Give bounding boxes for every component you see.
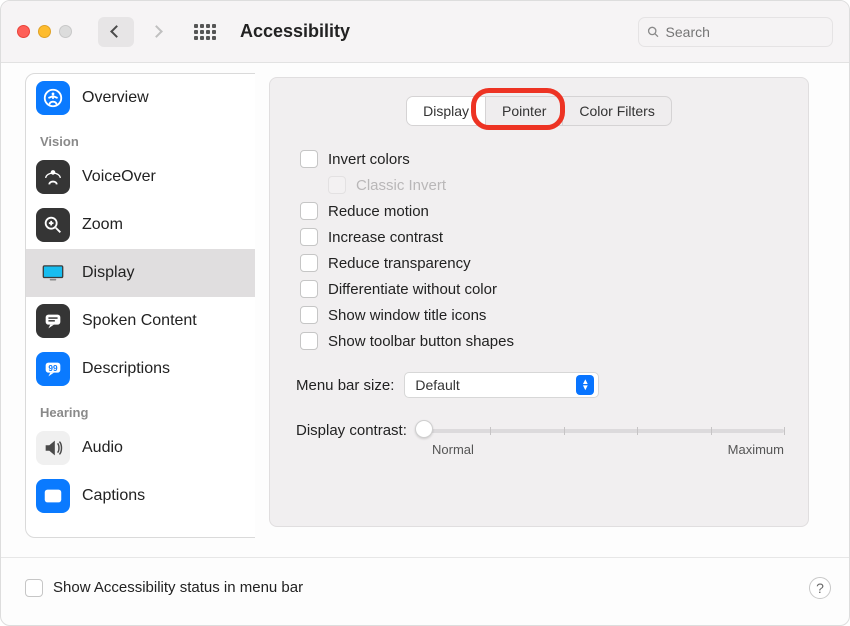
checkbox[interactable]	[25, 579, 43, 597]
search-field[interactable]	[638, 17, 833, 47]
sidebar-panel: Overview Vision VoiceOver Zoom	[25, 73, 255, 538]
option-label: Invert colors	[328, 151, 410, 168]
checkbox[interactable]	[300, 280, 318, 298]
chevron-right-icon	[150, 25, 163, 38]
slider-min-label: Normal	[432, 442, 474, 457]
sidebar-item-audio[interactable]: Audio	[26, 424, 255, 472]
main-content: Display Pointer Color Filters Invert col…	[255, 63, 849, 557]
footer: Show Accessibility status in menu bar ?	[1, 557, 849, 617]
sidebar-item-label: Display	[82, 264, 134, 282]
captions-icon	[36, 479, 70, 513]
checkbox[interactable]	[300, 202, 318, 220]
menu-bar-size-label: Menu bar size:	[296, 377, 394, 394]
window-controls	[17, 25, 72, 38]
option-label: Increase contrast	[328, 229, 443, 246]
checkbox[interactable]	[300, 332, 318, 350]
tab-segmented-control: Display Pointer Color Filters	[294, 96, 784, 126]
sidebar-item-overview[interactable]: Overview	[26, 74, 255, 122]
search-icon	[647, 25, 660, 39]
audio-icon	[36, 431, 70, 465]
select-value: Default	[415, 377, 459, 393]
spoken-content-icon	[36, 304, 70, 338]
sidebar-item-label: Spoken Content	[82, 312, 197, 330]
sidebar-item-zoom[interactable]: Zoom	[26, 201, 255, 249]
sidebar-item-descriptions[interactable]: 99 Descriptions	[26, 345, 255, 393]
differentiate-without-color-option[interactable]: Differentiate without color	[294, 276, 784, 302]
sidebar-item-label: Descriptions	[82, 360, 170, 378]
svg-text:99: 99	[48, 364, 58, 373]
nav-buttons	[98, 17, 174, 47]
chevron-left-icon	[110, 25, 123, 38]
checkbox	[328, 176, 346, 194]
slider-knob[interactable]	[415, 420, 433, 438]
sidebar-section-vision: Vision	[26, 122, 255, 153]
checkbox[interactable]	[300, 254, 318, 272]
window-title: Accessibility	[240, 21, 350, 42]
option-label: Classic Invert	[356, 177, 446, 194]
sidebar-item-spoken-content[interactable]: Spoken Content	[26, 297, 255, 345]
option-label: Reduce transparency	[328, 255, 471, 272]
menu-bar-size-row: Menu bar size: Default ▲▼	[294, 372, 784, 398]
sidebar: Overview Vision VoiceOver Zoom	[1, 63, 255, 557]
accessibility-window: Accessibility Overview Vision	[0, 0, 850, 626]
forward-button[interactable]	[138, 17, 174, 47]
reduce-transparency-option[interactable]: Reduce transparency	[294, 250, 784, 276]
updown-arrows-icon: ▲▼	[576, 375, 594, 395]
sidebar-item-label: Overview	[82, 89, 149, 107]
help-button[interactable]: ?	[809, 577, 831, 599]
zoom-icon	[36, 208, 70, 242]
classic-invert-option: Classic Invert	[294, 172, 784, 198]
checkbox[interactable]	[300, 150, 318, 168]
show-all-prefs-button[interactable]	[194, 24, 216, 40]
voiceover-icon	[36, 160, 70, 194]
sidebar-item-voiceover[interactable]: VoiceOver	[26, 153, 255, 201]
option-label: Reduce motion	[328, 203, 429, 220]
slider-max-label: Maximum	[728, 442, 784, 457]
back-button[interactable]	[98, 17, 134, 47]
zoom-window-button[interactable]	[59, 25, 72, 38]
search-input[interactable]	[666, 24, 824, 40]
sidebar-item-label: Zoom	[82, 216, 123, 234]
show-window-title-icons-option[interactable]: Show window title icons	[294, 302, 784, 328]
display-contrast-row: Display contrast: Normal	[294, 420, 784, 457]
option-label: Show window title icons	[328, 307, 486, 324]
increase-contrast-option[interactable]: Increase contrast	[294, 224, 784, 250]
sidebar-item-display[interactable]: Display	[26, 249, 255, 297]
show-toolbar-button-shapes-option[interactable]: Show toolbar button shapes	[294, 328, 784, 354]
option-label: Differentiate without color	[328, 281, 497, 298]
display-settings-panel: Display Pointer Color Filters Invert col…	[269, 77, 809, 527]
sidebar-item-captions[interactable]: Captions	[26, 472, 255, 520]
display-contrast-label: Display contrast:	[296, 422, 407, 439]
display-icon	[36, 256, 70, 290]
checkbox[interactable]	[300, 228, 318, 246]
overview-icon	[36, 81, 70, 115]
invert-colors-option[interactable]: Invert colors	[294, 146, 784, 172]
show-accessibility-status-option[interactable]: Show Accessibility status in menu bar	[25, 579, 303, 597]
tab-display[interactable]: Display	[407, 97, 485, 125]
sidebar-item-label: Audio	[82, 439, 123, 457]
option-label: Show Accessibility status in menu bar	[53, 579, 303, 596]
option-label: Show toolbar button shapes	[328, 333, 514, 350]
reduce-motion-option[interactable]: Reduce motion	[294, 198, 784, 224]
window-body: Overview Vision VoiceOver Zoom	[1, 63, 849, 557]
titlebar: Accessibility	[1, 1, 849, 63]
tab-pointer[interactable]: Pointer	[485, 97, 562, 125]
menu-bar-size-select[interactable]: Default ▲▼	[404, 372, 599, 398]
sidebar-section-hearing: Hearing	[26, 393, 255, 424]
tab-color-filters[interactable]: Color Filters	[562, 97, 670, 125]
close-window-button[interactable]	[17, 25, 30, 38]
sidebar-item-label: VoiceOver	[82, 168, 156, 186]
display-contrast-slider[interactable]	[417, 420, 784, 440]
checkbox[interactable]	[300, 306, 318, 324]
sidebar-item-label: Captions	[82, 487, 145, 505]
minimize-window-button[interactable]	[38, 25, 51, 38]
descriptions-icon: 99	[36, 352, 70, 386]
